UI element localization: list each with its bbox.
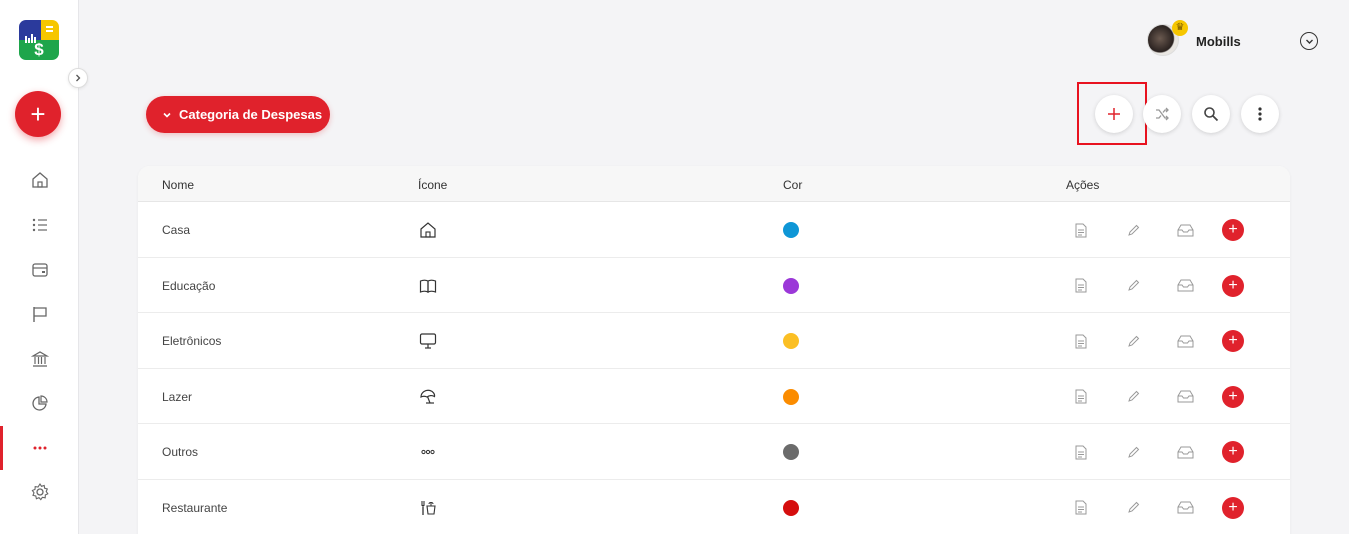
table-row: Restaurante + bbox=[138, 480, 1290, 534]
book-icon bbox=[418, 276, 438, 296]
archive-icon[interactable] bbox=[1176, 443, 1194, 461]
more-icon bbox=[33, 446, 46, 450]
table-row: Educação + bbox=[138, 258, 1290, 313]
table-row: Lazer + bbox=[138, 369, 1290, 424]
add-subcategory-button[interactable]: + bbox=[1222, 330, 1244, 352]
document-icon[interactable] bbox=[1073, 277, 1089, 295]
category-color bbox=[783, 499, 799, 516]
pencil-icon[interactable] bbox=[1125, 332, 1141, 350]
category-name: Outros bbox=[162, 445, 199, 459]
archive-icon[interactable] bbox=[1176, 332, 1194, 350]
categories-table: Nome Ícone Cor Ações Casa + Educação + E… bbox=[138, 166, 1290, 534]
dots-icon bbox=[418, 442, 438, 462]
search-icon bbox=[1204, 107, 1219, 122]
table-row: Casa + bbox=[138, 202, 1290, 258]
plus-icon: + bbox=[30, 98, 46, 129]
category-color bbox=[783, 388, 799, 405]
chevron-right-icon bbox=[76, 74, 81, 82]
column-header-actions: Ações bbox=[1066, 178, 1100, 192]
sidebar-item-more[interactable] bbox=[0, 426, 79, 470]
food-icon bbox=[418, 498, 438, 518]
category-name: Educação bbox=[162, 278, 216, 293]
document-icon[interactable] bbox=[1073, 221, 1089, 239]
category-color bbox=[783, 222, 799, 238]
flag-icon bbox=[32, 307, 47, 322]
pencil-icon[interactable] bbox=[1125, 499, 1141, 517]
category-color bbox=[783, 444, 799, 460]
archive-icon[interactable] bbox=[1176, 277, 1194, 295]
house-icon bbox=[418, 220, 438, 240]
sidebar-item-reports[interactable] bbox=[0, 383, 79, 423]
chevron-down-icon bbox=[162, 110, 172, 120]
home-icon bbox=[31, 172, 48, 188]
document-icon[interactable] bbox=[1073, 332, 1089, 350]
add-category-button[interactable] bbox=[1095, 95, 1133, 133]
category-color bbox=[783, 277, 799, 294]
category-type-label: Categoria de Despesas bbox=[179, 107, 323, 122]
table-row: Eletrônicos + bbox=[138, 313, 1290, 369]
more-options-button[interactable] bbox=[1241, 95, 1279, 133]
sidebar-item-goals[interactable] bbox=[0, 294, 79, 334]
document-icon[interactable] bbox=[1073, 388, 1089, 406]
pencil-icon[interactable] bbox=[1125, 221, 1141, 239]
add-subcategory-button[interactable]: + bbox=[1222, 219, 1244, 241]
document-icon[interactable] bbox=[1073, 443, 1089, 461]
add-subcategory-button[interactable]: + bbox=[1222, 441, 1244, 463]
category-name: Casa bbox=[162, 223, 191, 237]
sidebar-item-settings[interactable] bbox=[0, 472, 79, 512]
vertical-dots-icon bbox=[1258, 107, 1262, 121]
sidebar-item-home[interactable] bbox=[0, 160, 79, 200]
category-name: Lazer bbox=[162, 389, 193, 404]
pencil-icon[interactable] bbox=[1125, 443, 1141, 461]
list-icon bbox=[32, 218, 47, 232]
table-header: Nome Ícone Cor Ações bbox=[138, 166, 1290, 202]
category-name: Restaurante bbox=[162, 500, 228, 515]
category-type-select[interactable]: Categoria de Despesas bbox=[146, 96, 330, 133]
sidebar-item-accounts[interactable] bbox=[0, 250, 79, 290]
category-name: Eletrônicos bbox=[162, 334, 222, 348]
plus-icon bbox=[1108, 108, 1120, 120]
archive-icon[interactable] bbox=[1176, 388, 1194, 406]
mobills-logo[interactable]: $ bbox=[19, 20, 59, 60]
umbrella-icon bbox=[418, 387, 438, 407]
wallet-icon bbox=[31, 263, 48, 277]
shuffle-button[interactable] bbox=[1143, 95, 1181, 133]
user-menu-button[interactable] bbox=[1300, 32, 1318, 50]
document-icon[interactable] bbox=[1073, 499, 1089, 517]
bank-icon bbox=[30, 351, 49, 367]
chevron-down-icon bbox=[1305, 39, 1313, 44]
archive-icon[interactable] bbox=[1176, 221, 1194, 239]
monitor-icon bbox=[418, 331, 438, 351]
sidebar: $ + bbox=[0, 0, 79, 534]
column-header-color: Cor bbox=[783, 178, 803, 192]
search-button[interactable] bbox=[1192, 95, 1230, 133]
column-header-name: Nome bbox=[162, 178, 195, 192]
username[interactable]: Mobills bbox=[1196, 34, 1241, 49]
archive-icon[interactable] bbox=[1176, 499, 1194, 517]
gear-icon bbox=[31, 483, 49, 501]
column-header-icon: Ícone bbox=[418, 178, 448, 192]
new-transaction-button[interactable]: + bbox=[15, 91, 61, 137]
sidebar-item-transactions[interactable] bbox=[0, 205, 79, 245]
pencil-icon[interactable] bbox=[1125, 388, 1141, 406]
add-subcategory-button[interactable]: + bbox=[1222, 496, 1244, 519]
pencil-icon[interactable] bbox=[1125, 277, 1141, 295]
category-color bbox=[783, 333, 799, 349]
shuffle-icon bbox=[1156, 107, 1169, 121]
sidebar-collapse-button[interactable] bbox=[68, 68, 88, 88]
table-row: Outros + bbox=[138, 424, 1290, 480]
sidebar-item-bank[interactable] bbox=[0, 339, 79, 379]
crown-icon: ♛ bbox=[1172, 20, 1188, 36]
add-subcategory-button[interactable]: + bbox=[1222, 274, 1244, 297]
pie-chart-icon bbox=[31, 395, 48, 411]
add-subcategory-button[interactable]: + bbox=[1222, 385, 1244, 408]
